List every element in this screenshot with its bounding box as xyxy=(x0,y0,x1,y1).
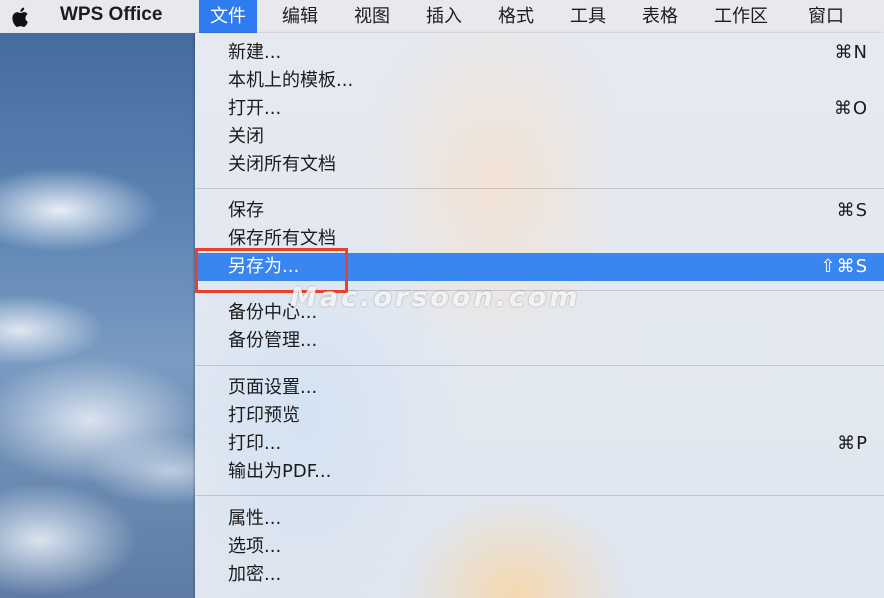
menu-insert[interactable]: 插入 xyxy=(415,4,473,30)
menu-view[interactable]: 视图 xyxy=(343,4,401,30)
menu-separator xyxy=(195,365,884,366)
menu-item-close[interactable]: 关闭 xyxy=(195,123,884,151)
menu-item-label: 打开... xyxy=(228,98,282,119)
menu-item-shortcut: ⌘S xyxy=(836,200,868,221)
menu-item-open[interactable]: 打开... ⌘O xyxy=(195,95,884,123)
menu-item-label: 页面设置... xyxy=(228,377,318,398)
menu-item-shortcut: ⇧⌘S xyxy=(820,256,868,277)
menu-window[interactable]: 窗口 xyxy=(797,4,855,30)
menu-item-print[interactable]: 打印... ⌘P xyxy=(195,430,884,458)
menu-separator xyxy=(195,188,884,189)
menu-item-local-templates[interactable]: 本机上的模板... xyxy=(195,67,884,95)
menu-item-label: 保存 xyxy=(228,200,264,221)
menu-item-backup-manage[interactable]: 备份管理... xyxy=(195,327,884,355)
menu-item-label: 打印预览 xyxy=(228,405,300,426)
menu-item-options[interactable]: 选项... xyxy=(195,533,884,561)
menu-item-encrypt[interactable]: 加密... xyxy=(195,561,884,589)
menu-separator xyxy=(195,495,884,496)
menu-table[interactable]: 表格 xyxy=(631,4,689,30)
menu-item-properties[interactable]: 属性... xyxy=(195,505,884,533)
menu-item-label: 本机上的模板... xyxy=(228,70,354,91)
menu-item-label: 关闭 xyxy=(228,126,264,147)
menu-item-label: 输出为PDF... xyxy=(228,461,332,482)
menu-format[interactable]: 格式 xyxy=(487,4,545,30)
menu-tools[interactable]: 工具 xyxy=(559,4,617,30)
menu-item-print-preview[interactable]: 打印预览 xyxy=(195,402,884,430)
menu-edit[interactable]: 编辑 xyxy=(271,4,329,30)
menu-workspace[interactable]: 工作区 xyxy=(703,4,779,30)
menu-item-save[interactable]: 保存 ⌘S xyxy=(195,197,884,225)
menu-item-export-pdf[interactable]: 输出为PDF... xyxy=(195,458,884,486)
menu-item-shortcut: ⌘N xyxy=(834,42,868,63)
menu-item-label: 关闭所有文档 xyxy=(228,154,336,175)
menu-item-label: 打印... xyxy=(228,433,282,454)
menu-item-shortcut: ⌘O xyxy=(833,98,868,119)
apple-icon[interactable] xyxy=(10,5,32,29)
menu-item-page-setup[interactable]: 页面设置... xyxy=(195,374,884,402)
menu-bar: WPS Office 文件 编辑 视图 插入 格式 工具 表格 工作区 窗口 xyxy=(0,0,884,33)
menu-item-label: 加密... xyxy=(228,564,282,585)
menu-item-new[interactable]: 新建... ⌘N xyxy=(195,39,884,67)
menu-file[interactable]: 文件 xyxy=(199,0,257,33)
menu-item-label: 属性... xyxy=(228,508,282,529)
file-menu-dropdown: 新建... ⌘N 本机上的模板... 打开... ⌘O 关闭 关闭所有文档 保存… xyxy=(195,33,884,598)
menu-item-label: 选项... xyxy=(228,536,282,557)
app-name-menu[interactable]: WPS Office xyxy=(60,4,162,26)
menu-item-shortcut: ⌘P xyxy=(837,433,868,454)
menu-item-close-all[interactable]: 关闭所有文档 xyxy=(195,151,884,179)
menu-item-label: 备份管理... xyxy=(228,330,318,351)
menu-item-label: 新建... xyxy=(228,42,282,63)
watermark-text: Mac.orsoon.com xyxy=(290,282,581,313)
